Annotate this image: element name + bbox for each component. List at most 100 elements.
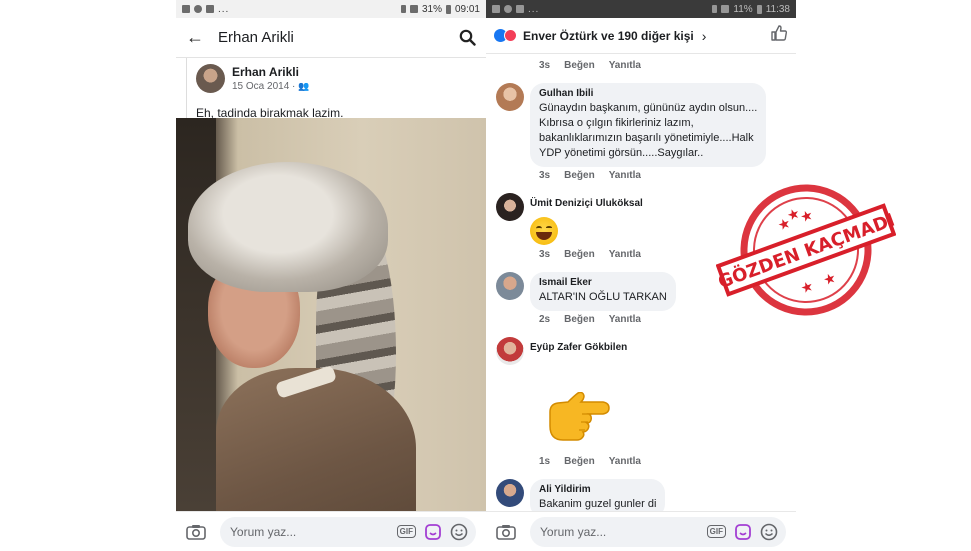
thumbs-up-icon[interactable]	[770, 24, 788, 47]
comment-line: YDP yönetimi görsün.....Saygılar..	[539, 147, 704, 159]
emoji-icon[interactable]	[450, 523, 468, 541]
comment-line: Günaydın başkanım, gününüz aydın olsun..…	[539, 102, 758, 114]
like-button[interactable]: Beğen	[564, 170, 595, 181]
comment-author[interactable]: Gulhan Ibili	[539, 88, 757, 99]
comment-placeholder: Yorum yaz...	[230, 524, 297, 539]
comment-time: 3s	[539, 249, 551, 260]
reaction-icons	[494, 29, 517, 42]
camera-icon[interactable]	[496, 524, 518, 540]
avatar[interactable]	[496, 272, 524, 300]
gif-icon[interactable]: GIF	[396, 525, 416, 538]
reactions-summary[interactable]: Enver Öztürk ve 190 diğer kişi	[523, 29, 694, 43]
avatar[interactable]	[496, 479, 524, 507]
battery-icon	[445, 4, 451, 14]
reply-button[interactable]: Yanıtla	[609, 249, 641, 260]
comment-text: Bakanim guzel gunler di	[539, 498, 657, 510]
emoji-icon[interactable]	[760, 523, 778, 541]
comment-line: Kıbrısa o çılgın fikirleriniz lazım,	[539, 117, 694, 129]
comment-placeholder: Yorum yaz...	[540, 524, 607, 539]
chevron-right-icon[interactable]: ›	[702, 28, 707, 44]
reply-button[interactable]: Yanıtla	[609, 170, 641, 181]
comment-time: 3s	[539, 60, 551, 71]
svg-text:★: ★	[798, 207, 815, 226]
search-icon[interactable]	[459, 29, 476, 46]
battery-level: 31%	[421, 3, 442, 15]
avatar[interactable]	[496, 337, 524, 365]
comment-bubble[interactable]: Ismail Eker ALTAR'IN OĞLU TARKAN	[530, 272, 676, 311]
notification-icons: ...	[492, 4, 539, 15]
comment-composer: Yorum yaz... GIF	[176, 511, 486, 551]
avatar[interactable]	[496, 83, 524, 111]
more-notifications-icon: ...	[528, 3, 540, 15]
reply-button[interactable]: Yanıtla	[609, 314, 641, 325]
comment-line: bakanlıklarımızın başarılı yönetimiyle..…	[539, 132, 754, 144]
reply-button[interactable]: Yanıtla	[609, 456, 641, 467]
battery-icon	[756, 4, 762, 14]
signal-icon	[409, 5, 418, 13]
like-button[interactable]: Beğen	[564, 60, 595, 71]
comment-input[interactable]: Yorum yaz... GIF	[530, 516, 786, 547]
camera-icon[interactable]	[186, 524, 208, 540]
notification-icons: ...	[182, 4, 229, 15]
right-phone-screen: ... 11% 11:38 Enver Öztürk ve 190 diğer …	[486, 0, 796, 551]
comment-item: Eyüp Zafer Gökbilen	[496, 337, 627, 365]
comment-item: Ismail Eker ALTAR'IN OĞLU TARKAN	[496, 272, 676, 311]
comment-author[interactable]: Ümit Deniziçi Uluköksal	[530, 198, 643, 209]
comment-actions: 1s Beğen Yanıtla	[539, 456, 641, 467]
comment-item: Gulhan Ibili Günaydın başkanım, gününüz …	[496, 83, 767, 167]
svg-text:★: ★	[821, 270, 838, 289]
fur-hat	[188, 162, 388, 292]
comment-time: 2s	[539, 314, 551, 325]
comment-input[interactable]: Yorum yaz... GIF	[220, 516, 476, 547]
comment-author[interactable]: Ali Yildirim	[539, 484, 656, 495]
post-photo[interactable]	[176, 118, 486, 511]
comment-bubble[interactable]: Gulhan Ibili Günaydın başkanım, gününüz …	[530, 83, 767, 167]
gif-icon[interactable]: GIF	[706, 525, 726, 538]
post-date: 15 Oca 2014 · 👥	[232, 81, 309, 92]
bluetooth-icon	[400, 5, 406, 13]
comment-time: 1s	[539, 456, 551, 467]
comment-actions: 3s Beğen Yanıtla	[539, 60, 641, 71]
friends-icon: 👥	[298, 80, 310, 91]
comment-actions: 2s Beğen Yanıtla	[539, 314, 641, 325]
thread-line	[186, 58, 187, 118]
pointing-hand-emoji-icon	[544, 391, 610, 455]
avatar[interactable]	[196, 63, 225, 93]
bluetooth-icon	[712, 5, 718, 13]
comment-actions: 3s Beğen Yanıtla	[539, 249, 641, 260]
arrow-left-icon[interactable]: ←	[186, 27, 208, 48]
like-button[interactable]: Beğen	[564, 314, 595, 325]
screenshot-collage: ... 31% 09:01 ← Erhan Arikli Erhan Arikl…	[0, 0, 971, 551]
comment-time: 3s	[539, 170, 551, 181]
grinning-emoji-icon	[530, 217, 558, 245]
like-button[interactable]: Beğen	[564, 249, 595, 260]
comment-author[interactable]: Ismail Eker	[539, 277, 667, 288]
sticker-icon[interactable]	[734, 523, 752, 541]
whatsapp-icon	[194, 5, 202, 13]
page-title: Erhan Arikli	[218, 29, 294, 46]
facebook-icon	[504, 5, 512, 13]
gallery-icon	[182, 5, 190, 13]
post-date-text[interactable]: 15 Oca 2014 ·	[232, 81, 295, 92]
reactions-header: Enver Öztürk ve 190 diğer kişi ›	[486, 18, 796, 54]
status-bar: ... 31% 09:01	[176, 0, 486, 18]
reply-button[interactable]: Yanıtla	[609, 60, 641, 71]
comment-item: Ümit Deniziçi Uluköksal	[496, 193, 643, 245]
comment-text: Günaydın başkanım, gününüz aydın olsun..…	[539, 101, 757, 161]
left-phone-screen: ... 31% 09:01 ← Erhan Arikli Erhan Arikl…	[176, 0, 486, 551]
like-button[interactable]: Beğen	[564, 456, 595, 467]
message-icon	[516, 5, 524, 13]
sticker-icon[interactable]	[424, 523, 442, 541]
message-icon	[206, 5, 214, 13]
clock: 09:01	[454, 3, 480, 15]
more-notifications-icon: ...	[218, 3, 230, 15]
signal-icon	[721, 5, 730, 13]
battery-level: 11%	[733, 3, 753, 15]
comment-composer: Yorum yaz... GIF	[486, 511, 796, 551]
clock: 11:38	[765, 3, 790, 15]
post-author[interactable]: Erhan Arikli	[232, 65, 309, 79]
comment-actions: 3s Beğen Yanıtla	[539, 170, 641, 181]
comment-author[interactable]: Eyüp Zafer Gökbilen	[530, 342, 627, 353]
avatar[interactable]	[496, 193, 524, 221]
gallery-icon	[492, 5, 500, 13]
